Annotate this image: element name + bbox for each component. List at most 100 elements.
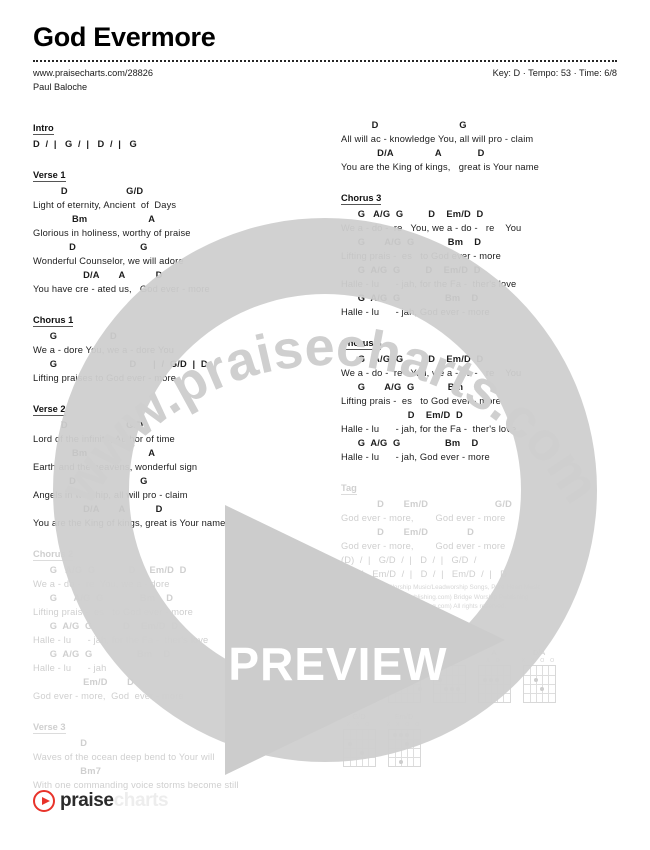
header-divider [33, 60, 617, 62]
lyric-line: All will ac - knowledge You, all will pr… [341, 134, 534, 144]
chord-diagram-panel: DX X OG3 X O O Bm X A X O D/A X X O O G/D X X O… [341, 648, 633, 776]
lyric-line: Halle - lu - jah, for the Fa - ther's lo… [341, 279, 517, 289]
chord-line: D G [33, 242, 148, 252]
chord-diagram-dot [353, 677, 358, 682]
chord-line: D G/D [33, 420, 144, 430]
chord-diagram-grid [387, 729, 421, 767]
lyric-line: Lifting prais - es to God ever - more [341, 396, 501, 406]
lyric-line: Lifting prais - es to God ever - more [341, 251, 501, 261]
praisecharts-footer-logo[interactable]: praisecharts [33, 790, 169, 812]
copyright-notice: © 2022 Integrity Worship Music/Leadworsh… [341, 584, 541, 629]
chord-diagram-dot [405, 741, 410, 746]
song-section: D G All will ac - knowledge You, all will… [341, 118, 631, 174]
lyric-line: Halle - lu - jah, for the Fa - ther's lo… [33, 635, 209, 645]
chord-line: D/A A D [341, 148, 485, 158]
chord-diagram-dot [386, 677, 391, 682]
chord-line: G A/G G D Em/D D [341, 354, 484, 364]
chord-diagram-dot [540, 686, 545, 691]
lyric-line: Lord of the infinite, Author of time [33, 434, 175, 444]
chord-line: G A/G G Bm D [341, 382, 482, 392]
chord-diagram-open-strings: X [446, 658, 452, 664]
brand-wordmark: praisecharts [60, 790, 169, 812]
lyric-line: Angels in worship, all will pro - claim [33, 490, 188, 500]
song-section: Tag D Em/D G/D God ever - more, God ever … [341, 478, 631, 581]
chord-diagram-grid [342, 665, 376, 703]
chord-diagram: Em/D X X O O [386, 712, 422, 767]
song-section: Chorus 3 G A/G G D Em/D D We a - do - re … [341, 188, 631, 319]
chord-line: D Em/D D [341, 410, 463, 420]
section-label: Chorus 3 [341, 193, 382, 205]
chord-diagram-dot [347, 686, 352, 691]
lyric-line: Halle - lu - jah, God ever - more [341, 307, 490, 317]
chord-diagram-grid [477, 665, 511, 703]
chord-diagram-grid [432, 665, 466, 703]
lyric-line: You are the King of kings, great is Your… [341, 162, 539, 172]
chord-line: Bm A [33, 214, 156, 224]
lyric-line: Lifting prais - es to God ever - more [33, 607, 193, 617]
chord-diagram: Bm X [431, 648, 467, 703]
chord-diagram: DX X O [341, 648, 377, 703]
chord-diagram-dot [437, 677, 442, 682]
lyric-line: Halle - lu - jah [33, 663, 107, 673]
chord-diagram-dot [347, 741, 352, 746]
chord-line: D [33, 738, 88, 748]
lyric-line: (D) / | G/D / | D / | G/D / [341, 555, 477, 565]
song-section: Chorus 4 G A/G G D Em/D D We a - do - re … [341, 333, 631, 464]
chord-diagram: AX O [476, 648, 512, 703]
lyric-line: We a - do - re You, we a - do - re You [341, 223, 522, 233]
brand-strong: praise [60, 790, 114, 811]
chord-diagram-grid [386, 665, 422, 703]
chord-diagram-name: Bm [443, 648, 455, 657]
lyric-line: You have cre - ated us, God ever - more [33, 284, 210, 294]
artist-name: Paul Baloche [33, 81, 88, 92]
lyric-line: You are the King of kings, great is Your… [33, 518, 226, 528]
chord-diagram-dot [398, 732, 403, 737]
chord-diagram-open-strings: X X O [346, 722, 372, 728]
chord-diagram-dot [405, 732, 410, 737]
chord-diagram-row: G/D X X O Em/D X X O O [341, 712, 633, 767]
chord-diagram-dot [488, 677, 493, 682]
chart-meta: www.praisecharts.com/28826 Key: D · Temp… [33, 67, 617, 97]
chord-diagram-open-strings: X X O O [521, 658, 557, 664]
chord-line: G D [33, 331, 117, 341]
lyric-line: We a - dore You, we a - dore You [33, 345, 175, 355]
chord-diagram-dot [456, 686, 461, 691]
lyric-line: Halle - lu - jah, God ever - more [341, 452, 490, 462]
chord-line: G A/G G Bm D [33, 593, 174, 603]
section-label: Verse 1 [33, 170, 66, 182]
chord-diagram-name: Em/D [394, 712, 414, 721]
lyric-line: Glorious in holiness, worthy of praise [33, 228, 191, 238]
chord-line: D Em/D D [341, 527, 475, 537]
chord-chart-page: God Evermore www.praisecharts.com/28826 … [0, 0, 650, 850]
chord-diagram-row: DX X OG3 X O O Bm X A X O D/A X X O O [341, 648, 633, 703]
play-circle-icon[interactable] [33, 790, 55, 812]
lyric-line: We a - do - re You, we a - do - re You [341, 368, 522, 378]
chord-line: D G [33, 476, 148, 486]
left-column: Intro D / | G / | D / | G Verse 1 D G/D Lig… [33, 118, 323, 792]
chart-header: God Evermore www.praisecharts.com/28826 … [33, 24, 617, 97]
chord-diagram-open-strings: X X O [346, 658, 372, 664]
chord-diagram-name: D [356, 648, 362, 657]
song-section: Verse 1 D G/D Light of eternity, Ancient … [33, 165, 323, 296]
chord-diagram-dot [360, 686, 365, 691]
song-section: Verse 2 D G/D Lord of the infinite, Autho… [33, 399, 323, 530]
chord-diagram-dot [417, 686, 422, 691]
chord-line: D G [341, 120, 467, 130]
chord-diagram-name: D/A [532, 648, 546, 657]
chord-line: D G/D [33, 186, 144, 196]
chart-url[interactable]: www.praisecharts.com/28826 [33, 67, 153, 81]
chord-line: G A/G G Bm D [341, 438, 479, 448]
lyric-line: God ever - more, God ever - more [341, 541, 506, 551]
chord-line: G A/G G Bm D [341, 237, 482, 247]
chord-line: D / | G / | D / | G [33, 139, 137, 149]
song-section: Chorus 1 G D We a - dore You, we a - dore… [33, 310, 323, 385]
chord-diagram-dot [482, 677, 487, 682]
song-section: Verse 3 D Waves of the ocean deep bend to… [33, 717, 323, 792]
chord-diagram-name: G/D [352, 712, 366, 721]
chord-diagram: G/D X X O [341, 712, 377, 767]
